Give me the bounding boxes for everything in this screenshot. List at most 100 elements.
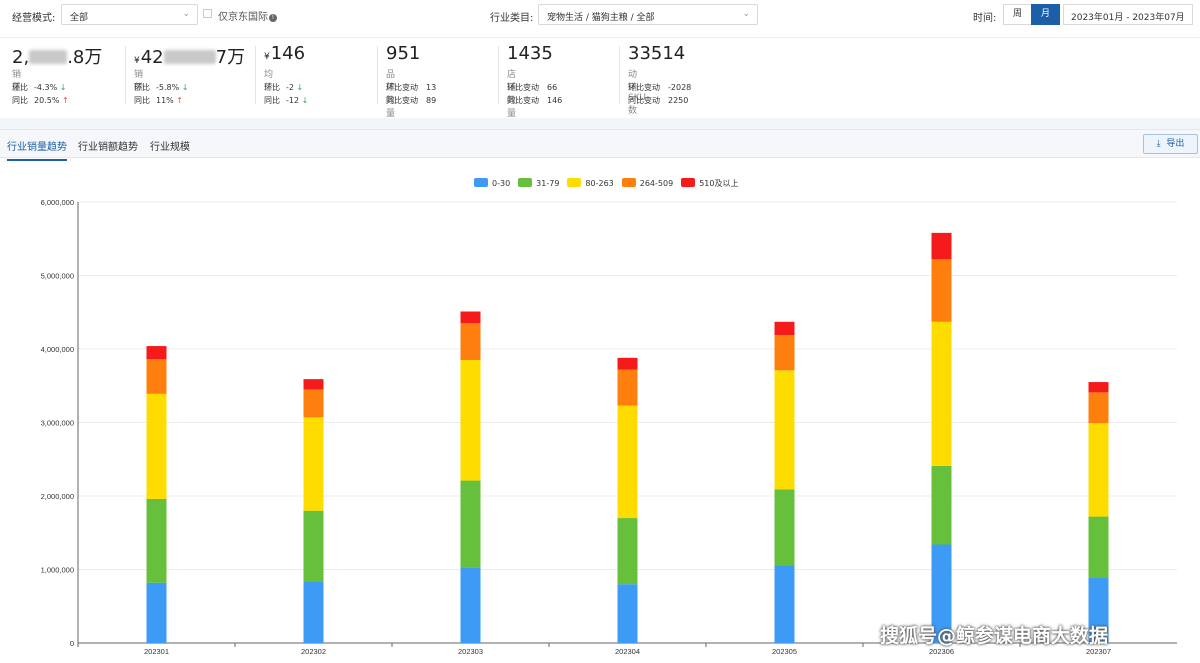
legend-item[interactable]: 31-79 xyxy=(518,178,559,188)
kpi-yoy: 同比变动 89 xyxy=(386,96,437,105)
x-tick-label: 202303 xyxy=(458,647,483,656)
y-tick-label: 2,000,000 xyxy=(41,492,74,501)
kpi-mom: 环比 -2 ↓ xyxy=(264,83,304,92)
chevron-down-icon: ⌄ xyxy=(742,9,750,19)
y-tick-label: 5,000,000 xyxy=(41,272,74,281)
bar-segment xyxy=(303,581,324,643)
period-month-button[interactable]: 月 xyxy=(1031,4,1060,25)
filter-bar: 经营模式: 全部 ⌄ 仅京东国际! 行业类目: 宠物生活 / 猫狗主粮 / 全部… xyxy=(0,0,1200,38)
kpi-yoy: 同比变动 2250 xyxy=(628,96,689,105)
mode-select-value: 全部 xyxy=(70,13,89,23)
legend-label: 31-79 xyxy=(536,179,560,188)
kpi-value: ¥42 7万 xyxy=(134,47,246,68)
chevron-down-icon: ⌄ xyxy=(182,9,190,19)
industry-label: 行业类目: xyxy=(490,13,534,24)
tab-sales-volume-trend[interactable]: 行业销量趋势 xyxy=(7,138,67,161)
bar-segment xyxy=(460,567,481,643)
kpi-value: ¥146 xyxy=(264,43,306,64)
bar-segment xyxy=(460,323,481,361)
mode-select[interactable]: 全部 ⌄ xyxy=(61,4,198,25)
download-icon: ⤓ xyxy=(1156,139,1161,149)
bar-segment xyxy=(774,489,795,566)
bar-segment xyxy=(1088,382,1109,393)
bar-segment xyxy=(460,311,481,324)
kpi-name: 店铺数量 xyxy=(507,70,517,119)
y-tick-label: 4,000,000 xyxy=(41,345,74,354)
bar-segment xyxy=(774,335,795,371)
arrow-down-icon: ↓ xyxy=(57,83,67,92)
watermark: 搜狐号@鲸参谋电商大数据 xyxy=(880,625,1109,647)
tab-industry-scale[interactable]: 行业规模 xyxy=(150,138,190,153)
arrow-up-icon: ↑ xyxy=(173,96,184,105)
date-range-picker[interactable]: 2023年01月 - 2023年07月 xyxy=(1063,4,1193,25)
x-tick-label: 202305 xyxy=(772,647,797,656)
bar-segment xyxy=(617,405,638,519)
stacked-bar-chart: 0 1,000,000 2,000,000 3,000,000 4,000,000 5,0… xyxy=(41,198,1177,656)
export-button[interactable]: ⤓ 导出 xyxy=(1143,134,1198,154)
mode-label: 经营模式: xyxy=(12,13,56,24)
legend-item[interactable]: 264-509 xyxy=(621,178,674,188)
divider xyxy=(498,46,499,104)
divider xyxy=(619,46,620,104)
legend-label: 510及以上 xyxy=(699,179,739,188)
bar-segment xyxy=(931,232,952,260)
bar-segment xyxy=(1088,423,1109,517)
kpi-yoy: 同比变动 146 xyxy=(507,96,563,105)
kpi-name: 品牌数量 xyxy=(386,70,396,119)
y-tick-label: 1,000,000 xyxy=(41,566,74,575)
x-tick-label: 202307 xyxy=(1086,647,1111,656)
tab-sales-amount-trend[interactable]: 行业销额趋势 xyxy=(78,138,138,153)
chart-legend: 0-30 31-79 80-263 264-509 510及以上 xyxy=(474,178,746,189)
arrow-down-icon: ↓ xyxy=(299,96,309,105)
time-label: 时间: xyxy=(973,13,997,24)
legend-label: 0-30 xyxy=(492,179,511,188)
kpi-value: 1435 xyxy=(507,43,553,64)
bar-segment xyxy=(146,582,167,643)
y-tick-label: 0 xyxy=(70,639,74,648)
bar-segment xyxy=(774,321,795,336)
bar-segment xyxy=(617,369,638,406)
legend-swatch xyxy=(474,178,488,187)
blurred-value xyxy=(29,50,68,64)
kpi-yoy: 同比 -12 ↓ xyxy=(264,96,309,105)
bar-segment xyxy=(931,259,952,322)
info-icon: ! xyxy=(269,14,277,22)
legend-label: 264-509 xyxy=(639,179,674,188)
divider xyxy=(125,46,126,104)
arrow-up-icon: ↑ xyxy=(59,96,69,105)
bar-segment xyxy=(774,565,795,643)
period-week-button[interactable]: 周 xyxy=(1003,4,1032,25)
legend-item[interactable]: 510及以上 xyxy=(681,178,738,189)
divider xyxy=(377,46,378,104)
bar-segment xyxy=(303,389,324,418)
bar-segment xyxy=(931,465,952,545)
legend-swatch xyxy=(567,178,582,187)
kpi-yoy: 同比 11% ↑ xyxy=(134,96,184,105)
bar-segment xyxy=(931,321,952,466)
legend-swatch xyxy=(681,178,696,187)
legend-item[interactable]: 80-263 xyxy=(567,178,614,188)
bar-segment xyxy=(617,357,638,370)
bar-segment xyxy=(303,379,324,390)
legend-item[interactable]: 0-30 xyxy=(474,178,510,188)
bar-segment xyxy=(774,370,795,490)
divider xyxy=(255,46,256,104)
legend-label: 80-263 xyxy=(585,179,614,188)
bar-segment xyxy=(617,584,638,643)
industry-select-value: 宠物生活 / 猫狗主粮 / 全部 xyxy=(547,13,655,23)
bar-segment xyxy=(146,359,167,394)
jd-intl-checkbox[interactable] xyxy=(203,9,212,18)
x-tick-label: 202301 xyxy=(144,647,169,656)
bar-segment xyxy=(1088,516,1109,578)
kpi-value: 951 xyxy=(386,43,421,64)
section-gap xyxy=(0,118,1200,129)
legend-swatch xyxy=(518,178,533,187)
dashboard-page: 经营模式: 全部 ⌄ 仅京东国际! 行业类目: 宠物生活 / 猫狗主粮 / 全部… xyxy=(0,0,1200,663)
kpi-mom: 环比变动 13 xyxy=(386,83,437,92)
arrow-down-icon: ↓ xyxy=(179,83,189,92)
industry-select[interactable]: 宠物生活 / 猫狗主粮 / 全部 ⌄ xyxy=(538,4,758,25)
legend-swatch xyxy=(621,178,636,187)
bar-segment xyxy=(1088,392,1109,424)
bar-segment xyxy=(303,510,324,582)
kpi-row: 2, .8万 销量 环比 -4.3% ↓ 同比 20.5% ↑ ¥42 7万 销额 环比… xyxy=(0,40,1200,119)
